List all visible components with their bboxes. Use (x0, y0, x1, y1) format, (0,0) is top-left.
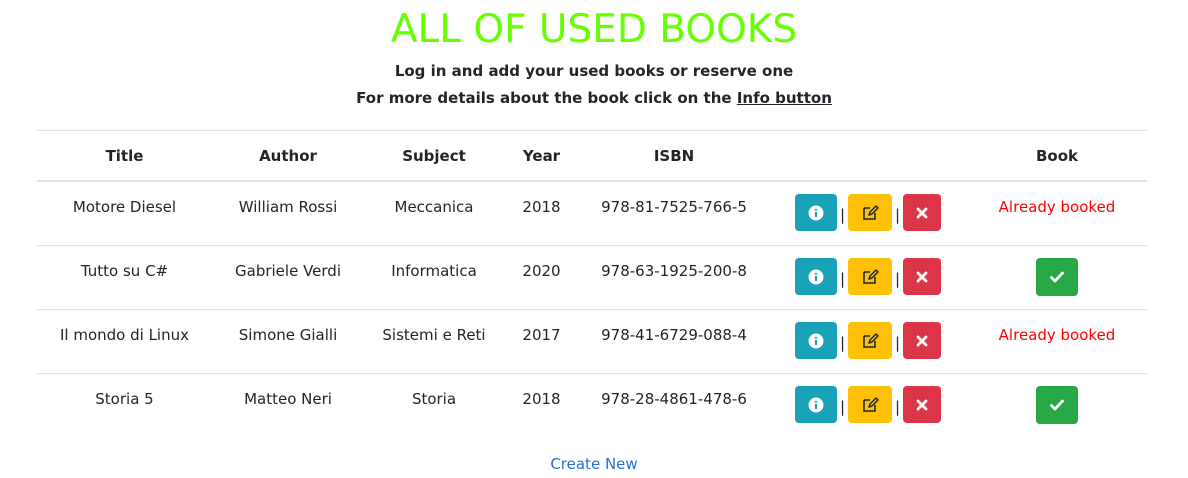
book-isbn: 978-81-7525-766-5 (601, 198, 747, 216)
info-button[interactable] (794, 194, 837, 231)
info-circle-icon (808, 397, 824, 413)
action-separator: | (895, 397, 901, 416)
book-title: Tutto su C# (80, 262, 169, 280)
info-button[interactable] (794, 258, 837, 295)
book-year: 2020 (522, 262, 561, 280)
info-button[interactable] (794, 386, 837, 423)
action-separator: | (839, 205, 845, 224)
page-subtitle: Log in and add your used books or reserv… (394, 62, 794, 80)
close-icon (916, 207, 928, 219)
book-author: Matteo Neri (244, 390, 332, 408)
check-icon (1050, 399, 1064, 411)
info-circle-icon (808, 269, 824, 285)
edit-icon (861, 332, 879, 350)
column-header-isbn: ISBN (579, 130, 769, 182)
info-button-link[interactable]: Info button (737, 89, 832, 107)
book-title: Motore Diesel (72, 198, 177, 216)
close-icon (916, 399, 928, 411)
booked-status: Already booked (998, 326, 1116, 344)
book-button[interactable] (1036, 386, 1078, 424)
book-subject: Informatica (391, 262, 477, 280)
edit-icon (861, 268, 879, 286)
column-header-author: Author (212, 130, 364, 182)
row-actions: | | (769, 374, 967, 423)
row-actions: | | (769, 310, 967, 359)
book-subject: Meccanica (394, 198, 474, 216)
book-isbn: 978-63-1925-200-8 (601, 262, 747, 280)
book-subject: Storia (411, 390, 457, 408)
table-row: Tutto su C# Gabriele Verdi Informatica 2… (37, 245, 1147, 310)
book-year: 2018 (522, 198, 561, 216)
check-icon (1050, 271, 1064, 283)
table-row: Il mondo di Linux Simone Gialli Sistemi … (37, 309, 1147, 374)
action-separator: | (839, 397, 845, 416)
info-circle-icon (808, 205, 824, 221)
table-row: Motore Diesel William Rossi Meccanica 20… (37, 181, 1147, 246)
edit-button[interactable] (848, 194, 892, 231)
book-author: Gabriele Verdi (235, 262, 341, 280)
edit-button[interactable] (848, 258, 892, 295)
column-header-actions (769, 130, 967, 182)
page-title: ALL OF USED BOOKS (390, 7, 798, 52)
book-year: 2017 (522, 326, 561, 344)
booked-status: Already booked (998, 198, 1116, 216)
books-table: Title Author Subject Year ISBN Book Moto… (37, 130, 1147, 437)
action-separator: | (895, 205, 901, 224)
edit-button[interactable] (848, 386, 892, 423)
book-button[interactable] (1036, 258, 1078, 296)
table-body: Motore Diesel William Rossi Meccanica 20… (37, 181, 1147, 437)
column-header-subject: Subject (364, 130, 504, 182)
delete-button[interactable] (903, 194, 942, 231)
book-title: Il mondo di Linux (60, 326, 189, 344)
table-row: Storia 5 Matteo Neri Storia 2018 978-28-… (37, 374, 1147, 438)
details-text: For more details about the book click on… (356, 89, 732, 107)
row-actions: | | (769, 246, 967, 295)
book-author: William Rossi (238, 198, 338, 216)
edit-button[interactable] (848, 322, 892, 359)
create-new-link[interactable]: Create New (0, 454, 1188, 474)
book-isbn: 978-41-6729-088-4 (601, 326, 747, 344)
edit-icon (861, 204, 879, 222)
book-subject: Sistemi e Reti (382, 326, 486, 344)
delete-button[interactable] (903, 322, 942, 359)
info-circle-icon (808, 333, 824, 349)
action-separator: | (895, 333, 901, 352)
book-title: Storia 5 (95, 390, 154, 408)
action-separator: | (839, 333, 845, 352)
close-icon (916, 271, 928, 283)
column-header-book: Book (967, 130, 1147, 182)
book-isbn: 978-28-4861-478-6 (601, 390, 747, 408)
table-header: Title Author Subject Year ISBN Book (37, 130, 1147, 182)
book-author: Simone Gialli (238, 326, 338, 344)
close-icon (916, 335, 928, 347)
row-actions: | | (769, 182, 967, 231)
column-header-year: Year (504, 130, 579, 182)
page-subtitle-details: For more details about the book click on… (0, 87, 1188, 109)
book-year: 2018 (522, 390, 561, 408)
book-cell (967, 246, 1147, 296)
book-cell (967, 374, 1147, 424)
column-header-title: Title (37, 130, 212, 182)
edit-icon (861, 396, 879, 414)
delete-button[interactable] (903, 258, 942, 295)
delete-button[interactable] (903, 386, 942, 423)
action-separator: | (839, 269, 845, 288)
info-button[interactable] (794, 322, 837, 359)
action-separator: | (895, 269, 901, 288)
